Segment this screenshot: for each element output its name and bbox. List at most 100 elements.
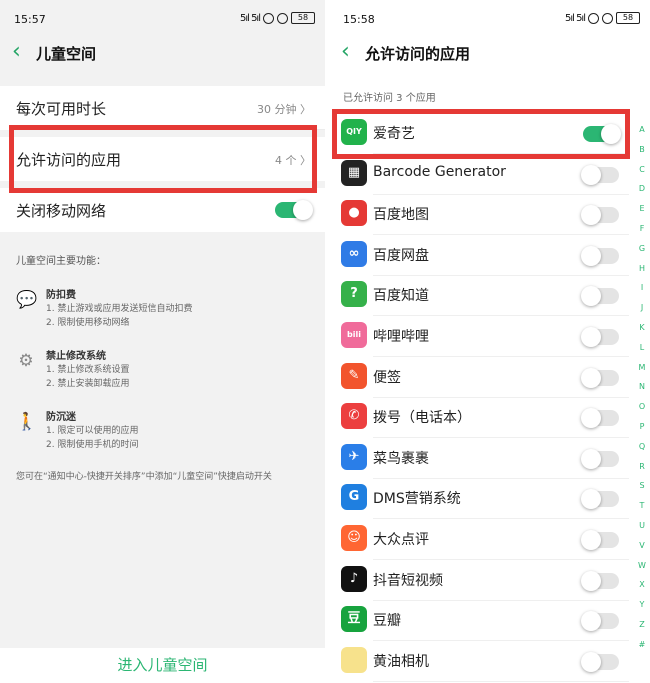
app-row: 黄油相机: [329, 641, 629, 682]
toggle-knob: [581, 205, 601, 226]
back-arrow-icon[interactable]: ‹: [12, 40, 21, 64]
allowed-apps-label: 允许访问的应用: [16, 151, 122, 169]
allowed-count-subheading: 已允许访问 3 个应用: [343, 93, 436, 104]
index-letter[interactable]: Q: [636, 437, 648, 457]
camera-icon: [341, 646, 367, 673]
back-arrow-icon[interactable]: ‹: [341, 40, 350, 64]
mobile-network-row: 关闭移动网络: [0, 188, 325, 232]
app-name: 菜鸟裹裹: [373, 450, 429, 467]
index-letter[interactable]: H: [636, 259, 648, 279]
status-time: 15:57: [14, 13, 46, 26]
app-access-toggle[interactable]: [581, 286, 619, 307]
app-name: 豆瓣: [373, 613, 401, 630]
app-access-toggle[interactable]: [581, 245, 619, 266]
index-letter[interactable]: P: [636, 417, 648, 437]
index-letter[interactable]: E: [636, 199, 648, 219]
question-icon: ?: [341, 281, 367, 308]
status-time: 15:58: [343, 13, 375, 26]
index-letter[interactable]: R: [636, 457, 648, 477]
toggle-knob: [293, 200, 313, 220]
enter-child-space-button[interactable]: 进入儿童空间: [0, 648, 325, 683]
app-access-toggle[interactable]: [581, 611, 619, 632]
alarm-icon: [263, 12, 274, 24]
battery-icon: 58: [291, 12, 315, 24]
map-pin-icon: ●: [341, 200, 367, 227]
douban-icon: 豆: [341, 606, 367, 633]
index-letter[interactable]: L: [636, 338, 648, 358]
dianping-icon: ☺: [341, 525, 367, 551]
feature-line: 2. 限制使用手机的时间: [46, 440, 139, 450]
toggle-knob: [581, 327, 601, 347]
alarm-icon: [588, 12, 599, 24]
toggle-knob: [581, 651, 601, 672]
toggle-knob: [581, 530, 601, 550]
index-letter[interactable]: I: [636, 278, 648, 298]
feature-title: 防沉迷: [46, 412, 76, 423]
app-name: 哔哩哔哩: [373, 329, 429, 345]
index-letter[interactable]: V: [636, 536, 648, 556]
toggle-knob: [581, 367, 601, 388]
app-row: ? 百度知道: [329, 275, 629, 317]
app-access-toggle[interactable]: [581, 205, 619, 226]
index-letter[interactable]: N: [636, 377, 648, 397]
index-letter[interactable]: Y: [636, 595, 648, 615]
index-letter[interactable]: T: [636, 496, 648, 516]
toggle-knob: [581, 164, 601, 185]
index-letter[interactable]: J: [636, 298, 648, 318]
nav-bar: ‹ 允许访问的应用: [329, 34, 650, 74]
app-row: ▦ Barcode Generator: [329, 154, 629, 195]
app-name: 拨号（电话本）: [373, 410, 471, 427]
app-access-toggle[interactable]: [581, 367, 619, 388]
app-name: 抖音短视频: [373, 572, 443, 589]
cloud-icon: ∞: [341, 240, 367, 267]
toggle-knob: [581, 489, 601, 510]
index-letter[interactable]: D: [636, 179, 648, 199]
child-icon: 🚶: [16, 412, 38, 432]
index-letter[interactable]: Z: [636, 615, 648, 635]
toggle-knob: [581, 570, 601, 591]
index-letter[interactable]: U: [636, 516, 648, 536]
app-name: 百度地图: [373, 207, 429, 224]
nav-bar: ‹ 儿童空间: [0, 34, 325, 74]
allowed-apps-row[interactable]: 允许访问的应用 4 个 〉: [0, 137, 325, 181]
toggle-knob: [581, 448, 601, 469]
feature-line: 1. 禁止修改系统设置: [46, 365, 130, 375]
index-letter[interactable]: G: [636, 239, 648, 259]
index-letter[interactable]: K: [636, 318, 648, 338]
iqiyi-icon: QIY: [341, 119, 367, 145]
app-row: ✆ 拨号（电话本）: [329, 397, 629, 439]
page-title: 儿童空间: [36, 45, 97, 63]
index-letter[interactable]: M: [636, 358, 648, 378]
index-letter[interactable]: X: [636, 575, 648, 595]
index-letter[interactable]: F: [636, 219, 648, 239]
app-row: bili 哔哩哔哩: [329, 316, 629, 357]
app-name: 百度知道: [373, 288, 429, 305]
app-access-toggle[interactable]: [583, 124, 621, 144]
app-access-toggle[interactable]: [581, 489, 619, 510]
quick-switch-hint: 您可在“通知中心-快捷开关排序”中添加“儿童空间”快捷启动开关: [16, 472, 272, 482]
app-access-toggle[interactable]: [581, 570, 619, 591]
toggle-knob: [601, 124, 621, 144]
app-access-toggle[interactable]: [581, 651, 619, 672]
index-letter[interactable]: S: [636, 476, 648, 496]
app-access-toggle[interactable]: [581, 530, 619, 550]
app-access-toggle[interactable]: [581, 448, 619, 469]
gear-icon: ⚙: [18, 351, 34, 371]
barcode-icon: ▦: [341, 159, 367, 186]
index-letter[interactable]: #: [636, 635, 648, 655]
app-name: 便签: [373, 369, 401, 386]
index-letter[interactable]: C: [636, 160, 648, 180]
app-row: 豆豆瓣: [329, 600, 629, 642]
index-letter[interactable]: A: [636, 120, 648, 140]
alphabet-index[interactable]: A B C D E F G H I J K L M N O P Q R S T U V W X Y Z #: [636, 120, 648, 655]
mobile-network-toggle[interactable]: [275, 200, 313, 220]
index-letter[interactable]: B: [636, 140, 648, 160]
bird-icon: ✈: [341, 443, 367, 470]
app-access-toggle[interactable]: [581, 327, 619, 347]
app-access-toggle[interactable]: [581, 408, 619, 429]
index-letter[interactable]: O: [636, 397, 648, 417]
app-access-toggle[interactable]: [581, 164, 619, 185]
usage-duration-row[interactable]: 每次可用时长 30 分钟 〉: [0, 86, 325, 130]
index-letter[interactable]: W: [636, 556, 648, 576]
douyin-icon: ♪: [341, 565, 367, 592]
